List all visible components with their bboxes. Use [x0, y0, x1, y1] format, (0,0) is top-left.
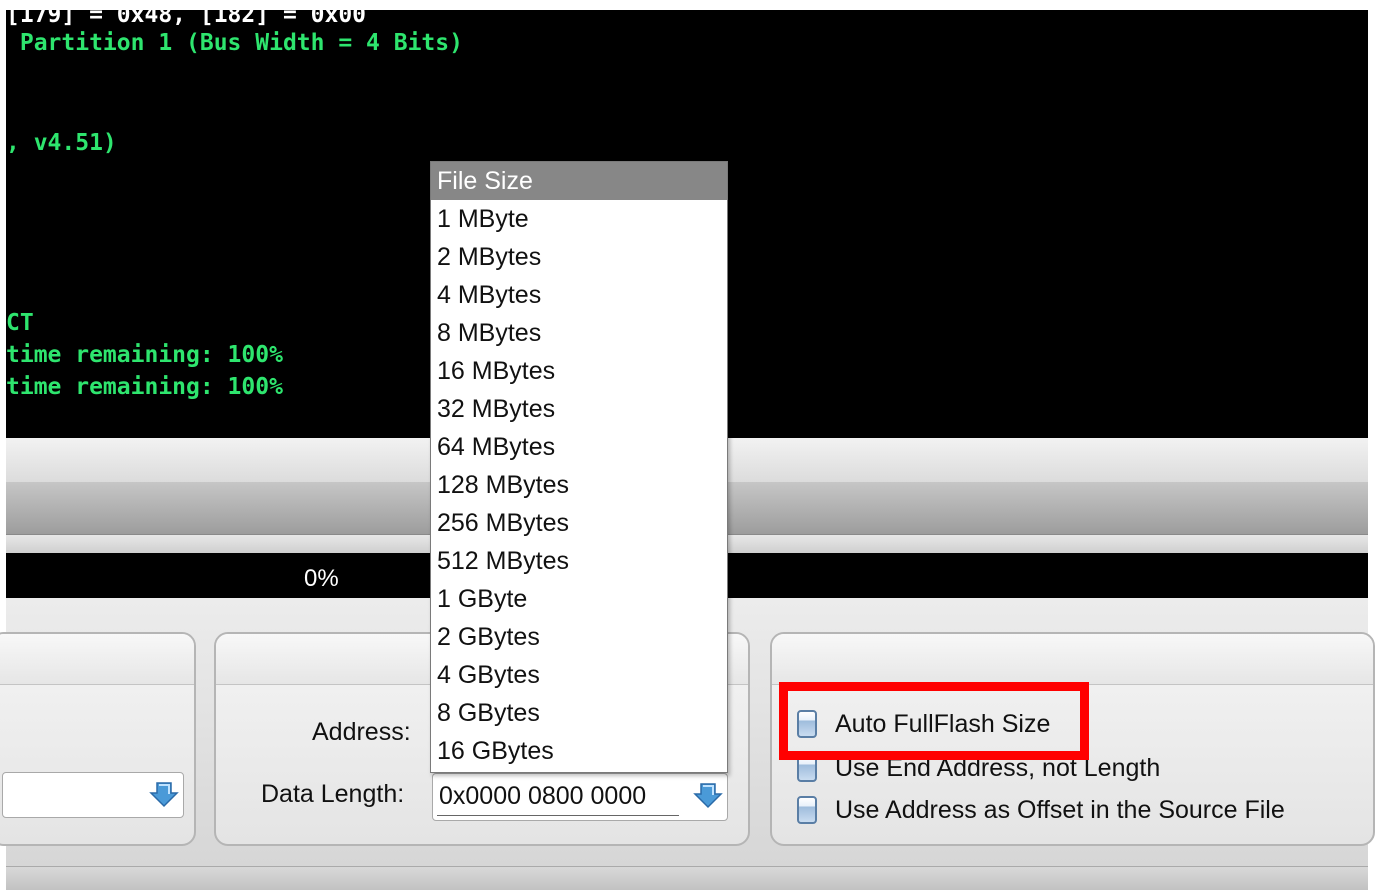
dropdown-item[interactable]: 1 MByte: [431, 200, 727, 238]
group-header: [772, 634, 1373, 685]
console-line: , v4.51): [6, 130, 117, 156]
console-line: [179] = 0x48, [182] = 0x00: [6, 10, 367, 28]
file-size-dropdown[interactable]: File Size 1 MByte 2 MBytes 4 MBytes 8 MB…: [430, 161, 728, 773]
dropdown-item[interactable]: 4 GBytes: [431, 656, 727, 694]
console-line: Partition 1 (Bus Width = 4 Bits): [6, 30, 463, 56]
auto-fullflash-checkbox[interactable]: [797, 710, 817, 738]
dropdown-item[interactable]: 128 MBytes: [431, 466, 727, 504]
data-length-combo[interactable]: 0x0000 0800 0000: [432, 773, 728, 821]
dropdown-item[interactable]: 1 GByte: [431, 580, 727, 618]
console-line: time remaining: 100%: [6, 342, 283, 368]
dropdown-item[interactable]: 64 MBytes: [431, 428, 727, 466]
source-combo[interactable]: [2, 772, 184, 818]
auto-fullflash-option[interactable]: Auto FullFlash Size: [797, 707, 1050, 741]
console-line: CT: [6, 310, 34, 336]
down-arrow-icon[interactable]: [149, 779, 179, 809]
dropdown-item[interactable]: 2 GBytes: [431, 618, 727, 656]
down-arrow-icon[interactable]: [693, 780, 723, 810]
use-end-address-label[interactable]: Use End Address, not Length: [835, 754, 1160, 783]
use-end-address-option[interactable]: Use End Address, not Length: [797, 751, 1160, 785]
group-header: [0, 634, 194, 685]
dropdown-item[interactable]: 512 MBytes: [431, 542, 727, 580]
dropdown-item[interactable]: 4 MBytes: [431, 276, 727, 314]
data-length-value[interactable]: 0x0000 0800 0000: [439, 782, 646, 811]
input-underline: [437, 815, 679, 816]
source-group: [0, 632, 196, 846]
auto-fullflash-label[interactable]: Auto FullFlash Size: [835, 710, 1050, 739]
dropdown-item[interactable]: 16 MBytes: [431, 352, 727, 390]
use-offset-checkbox[interactable]: [797, 796, 817, 824]
dropdown-item[interactable]: 8 GBytes: [431, 694, 727, 732]
use-offset-option[interactable]: Use Address as Offset in the Source File: [797, 793, 1285, 827]
dropdown-item[interactable]: 2 MBytes: [431, 238, 727, 276]
data-length-label: Data Length:: [261, 780, 405, 808]
dropdown-item-file-size[interactable]: File Size: [431, 162, 727, 200]
dropdown-item[interactable]: 32 MBytes: [431, 390, 727, 428]
progress-percent: 0%: [304, 565, 339, 592]
use-offset-label[interactable]: Use Address as Offset in the Source File: [835, 796, 1285, 825]
use-end-address-checkbox[interactable]: [797, 754, 817, 782]
dropdown-item[interactable]: 256 MBytes: [431, 504, 727, 542]
dropdown-item[interactable]: 16 GBytes: [431, 732, 727, 770]
status-band: [6, 866, 1368, 890]
console-line: time remaining: 100%: [6, 374, 283, 400]
dropdown-item[interactable]: 8 MBytes: [431, 314, 727, 352]
address-label: Address:: [312, 718, 411, 746]
